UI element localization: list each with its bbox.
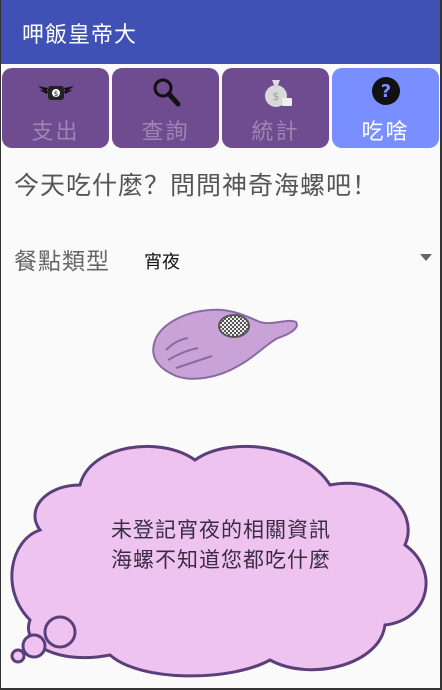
app-bar: 呷飯皇帝大 [0,0,442,64]
tab-stats[interactable]: $ 統計 [222,68,329,148]
tab-label: 統計 [251,120,300,145]
tab-label: 查詢 [141,120,190,145]
tab-whattoeat[interactable]: ? 吃啥 [332,68,439,148]
tab-search[interactable]: 查詢 [112,68,219,148]
tab-expense[interactable]: $ 支出 [2,68,109,148]
tab-bar: $ 支出 查詢 $ 統計 ? 吃啥 [0,64,442,150]
money-bag-icon: $ [264,80,292,107]
svg-text:$: $ [53,90,57,98]
winged-wallet-icon: $ [37,86,74,100]
tab-label: 支出 [31,120,80,145]
page-headline: 今天吃什麼？問問神奇海螺吧！ [14,171,379,200]
svg-text:?: ? [380,81,390,102]
category-label: 餐點類型 [14,249,110,275]
magic-conch-shell-image[interactable] [148,304,300,386]
svg-text:$: $ [272,90,279,103]
bubble-line-1: 未登記宵夜的相關資訊 [111,518,331,542]
bubble-line-2: 海螺不知道您都吃什麼 [111,548,331,572]
chevron-down-icon[interactable] [420,254,432,261]
category-row: 餐點類型 宵夜 [14,240,438,280]
magnifier-icon [153,78,180,107]
question-circle-icon: ? [371,77,400,105]
category-dropdown-value[interactable]: 宵夜 [144,248,180,274]
frame-border [0,0,1,690]
tab-label: 吃啥 [361,120,410,145]
app-title: 呷飯皇帝大 [22,23,138,48]
